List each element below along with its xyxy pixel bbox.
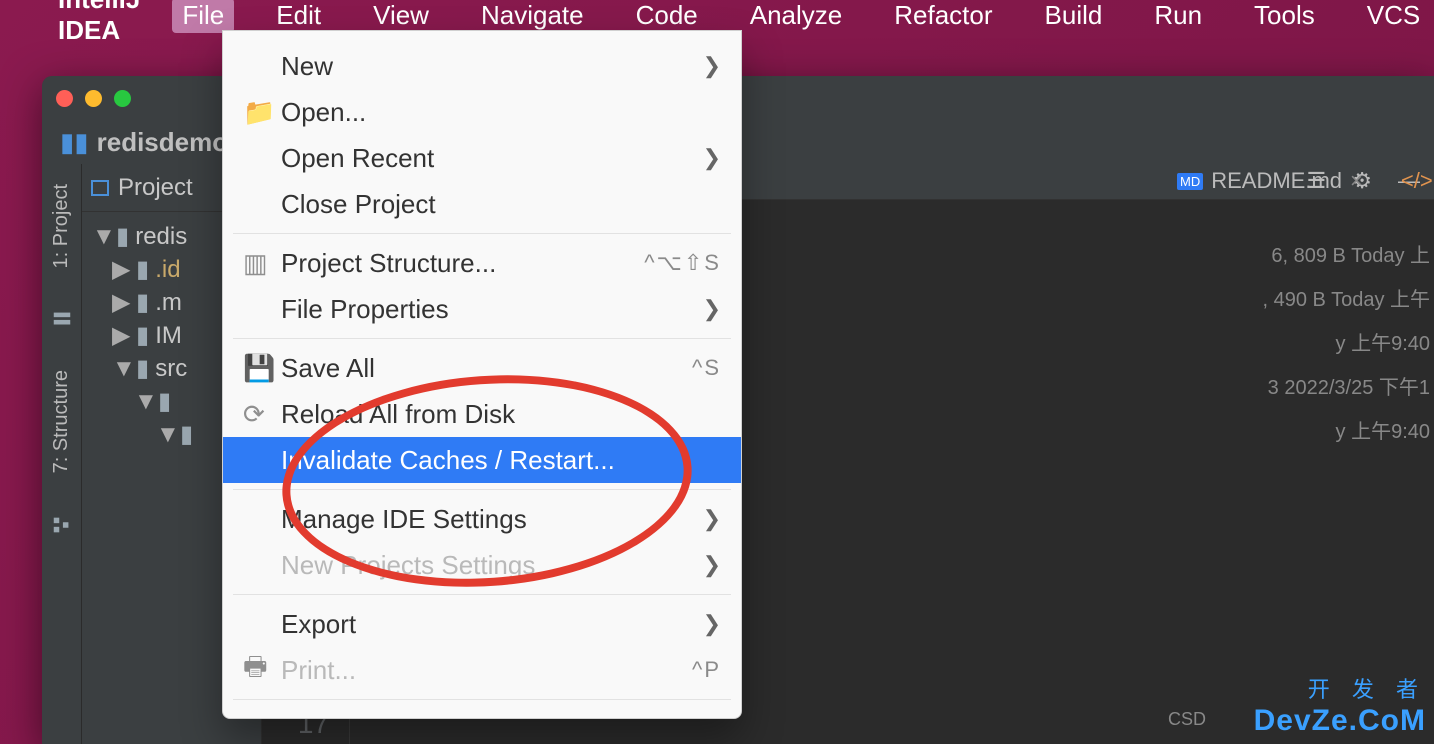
menu-analyze[interactable]: Analyze xyxy=(740,0,853,33)
menu-item-project-structure[interactable]: ▥ Project Structure... ^⌥⇧S xyxy=(223,240,741,286)
save-icon: 💾 xyxy=(243,353,267,384)
project-tree-title: Project xyxy=(118,174,193,202)
chevron-right-icon: ❯ xyxy=(703,296,721,322)
structure-icon[interactable] xyxy=(51,514,73,536)
menu-item-label: Export xyxy=(281,609,356,640)
menu-refactor[interactable]: Refactor xyxy=(884,0,1002,33)
app-name: IntelliJ IDEA xyxy=(58,0,140,46)
menu-shortcut: ^P xyxy=(692,657,721,683)
chevron-right-icon: ❯ xyxy=(703,506,721,532)
menu-vcs[interactable]: VCS xyxy=(1357,0,1430,33)
menu-item-export[interactable]: Export ❯ xyxy=(223,601,741,647)
menu-separator xyxy=(233,594,731,595)
menu-item-file-properties[interactable]: File Properties ❯ xyxy=(223,286,741,332)
menu-code[interactable]: Code xyxy=(626,0,708,33)
project-icon: ▥ xyxy=(243,248,267,279)
menu-run[interactable]: Run xyxy=(1144,0,1212,33)
close-window-icon[interactable] xyxy=(56,90,73,107)
menu-file[interactable]: File xyxy=(172,0,234,33)
menu-item-label: Open Recent xyxy=(281,143,434,174)
menu-item-label: Close Project xyxy=(281,189,436,220)
close-tab-icon[interactable]: × xyxy=(1350,168,1363,194)
minimize-window-icon[interactable] xyxy=(85,90,102,107)
menu-item-label: New xyxy=(281,51,333,82)
md-file-icon: MD xyxy=(1177,173,1203,190)
menu-item-label: File Properties xyxy=(281,294,449,325)
maximize-window-icon[interactable] xyxy=(114,90,131,107)
folder-stack-icon[interactable] xyxy=(51,308,73,330)
mac-menubar: IntelliJ IDEA FileEditViewNavigateCodeAn… xyxy=(0,0,1434,30)
file-meta: 6, 809 B Today 上, 490 B Today 上午y 上午9:40… xyxy=(1263,234,1431,454)
window-traffic-lights[interactable] xyxy=(56,90,131,107)
menu-separator xyxy=(233,233,731,234)
menu-item-manage-ide-settings[interactable]: Manage IDE Settings ❯ xyxy=(223,496,741,542)
chevron-right-icon: ❯ xyxy=(703,145,721,171)
menu-separator xyxy=(233,338,731,339)
menu-navigate[interactable]: Navigate xyxy=(471,0,594,33)
menu-tools[interactable]: Tools xyxy=(1244,0,1325,33)
chevron-right-icon: ❯ xyxy=(703,552,721,578)
menu-item-label: Reload All from Disk xyxy=(281,399,515,430)
menu-edit[interactable]: Edit xyxy=(266,0,331,33)
editor-tab[interactable]: </> main/resources/pom. xyxy=(1391,162,1434,200)
menu-item-print: 🖶 Print... ^P xyxy=(223,647,741,693)
tab-label: README.md xyxy=(1211,168,1342,194)
menu-item-reload-all-from-disk[interactable]: ⟳ Reload All from Disk xyxy=(223,391,741,437)
chevron-right-icon: ❯ xyxy=(703,611,721,637)
rail-structure[interactable]: 7: Structure xyxy=(50,370,73,473)
editor-tab[interactable]: MD README.md × xyxy=(1167,162,1373,200)
menu-item-open-recent[interactable]: Open Recent ❯ xyxy=(223,135,741,181)
menu-view[interactable]: View xyxy=(363,0,439,33)
print-icon: 🖶 xyxy=(243,648,267,692)
menu-item-label: Manage IDE Settings xyxy=(281,504,527,535)
menu-item-label: Print... xyxy=(281,655,356,686)
menu-item-label: Invalidate Caches / Restart... xyxy=(281,445,615,476)
menu-item-label: Open... xyxy=(281,97,366,128)
menu-shortcut: ^S xyxy=(692,355,721,381)
reload-icon: ⟳ xyxy=(243,399,267,430)
menu-shortcut: ^⌥⇧S xyxy=(644,250,721,276)
menu-item-new[interactable]: New ❯ xyxy=(223,43,741,89)
menu-item-close-project[interactable]: Close Project xyxy=(223,181,741,227)
project-header-icon xyxy=(90,178,110,198)
watermark: CSD 开 发 者 DevZe.CoM xyxy=(1254,672,1426,738)
tool-rail: 1: Project 7: Structure xyxy=(42,164,82,744)
menu-item-invalidate-caches-restart[interactable]: Invalidate Caches / Restart... xyxy=(223,437,741,483)
rail-project[interactable]: 1: Project xyxy=(50,184,73,268)
folder-icon: ▮▮ xyxy=(60,127,89,158)
breadcrumb-project: redisdemo xyxy=(97,127,229,158)
chevron-right-icon: ❯ xyxy=(703,53,721,79)
menu-separator xyxy=(233,699,731,700)
menu-item-new-projects-settings: New Projects Settings ❯ xyxy=(223,542,741,588)
menu-item-label: Project Structure... xyxy=(281,248,496,279)
menu-item-label: New Projects Settings xyxy=(281,550,535,581)
menu-separator xyxy=(233,489,731,490)
file-menu-dropdown[interactable]: New ❯ 📁 Open... Open Recent ❯ Close Project ▥ Pr… xyxy=(222,30,742,719)
menu-item-label: Save All xyxy=(281,353,375,384)
menu-build[interactable]: Build xyxy=(1035,0,1113,33)
menu-item-open[interactable]: 📁 Open... xyxy=(223,89,741,135)
xml-file-icon: </> xyxy=(1401,168,1433,194)
folder-icon: 📁 xyxy=(243,97,267,128)
menu-item-save-all[interactable]: 💾 Save All ^S xyxy=(223,345,741,391)
